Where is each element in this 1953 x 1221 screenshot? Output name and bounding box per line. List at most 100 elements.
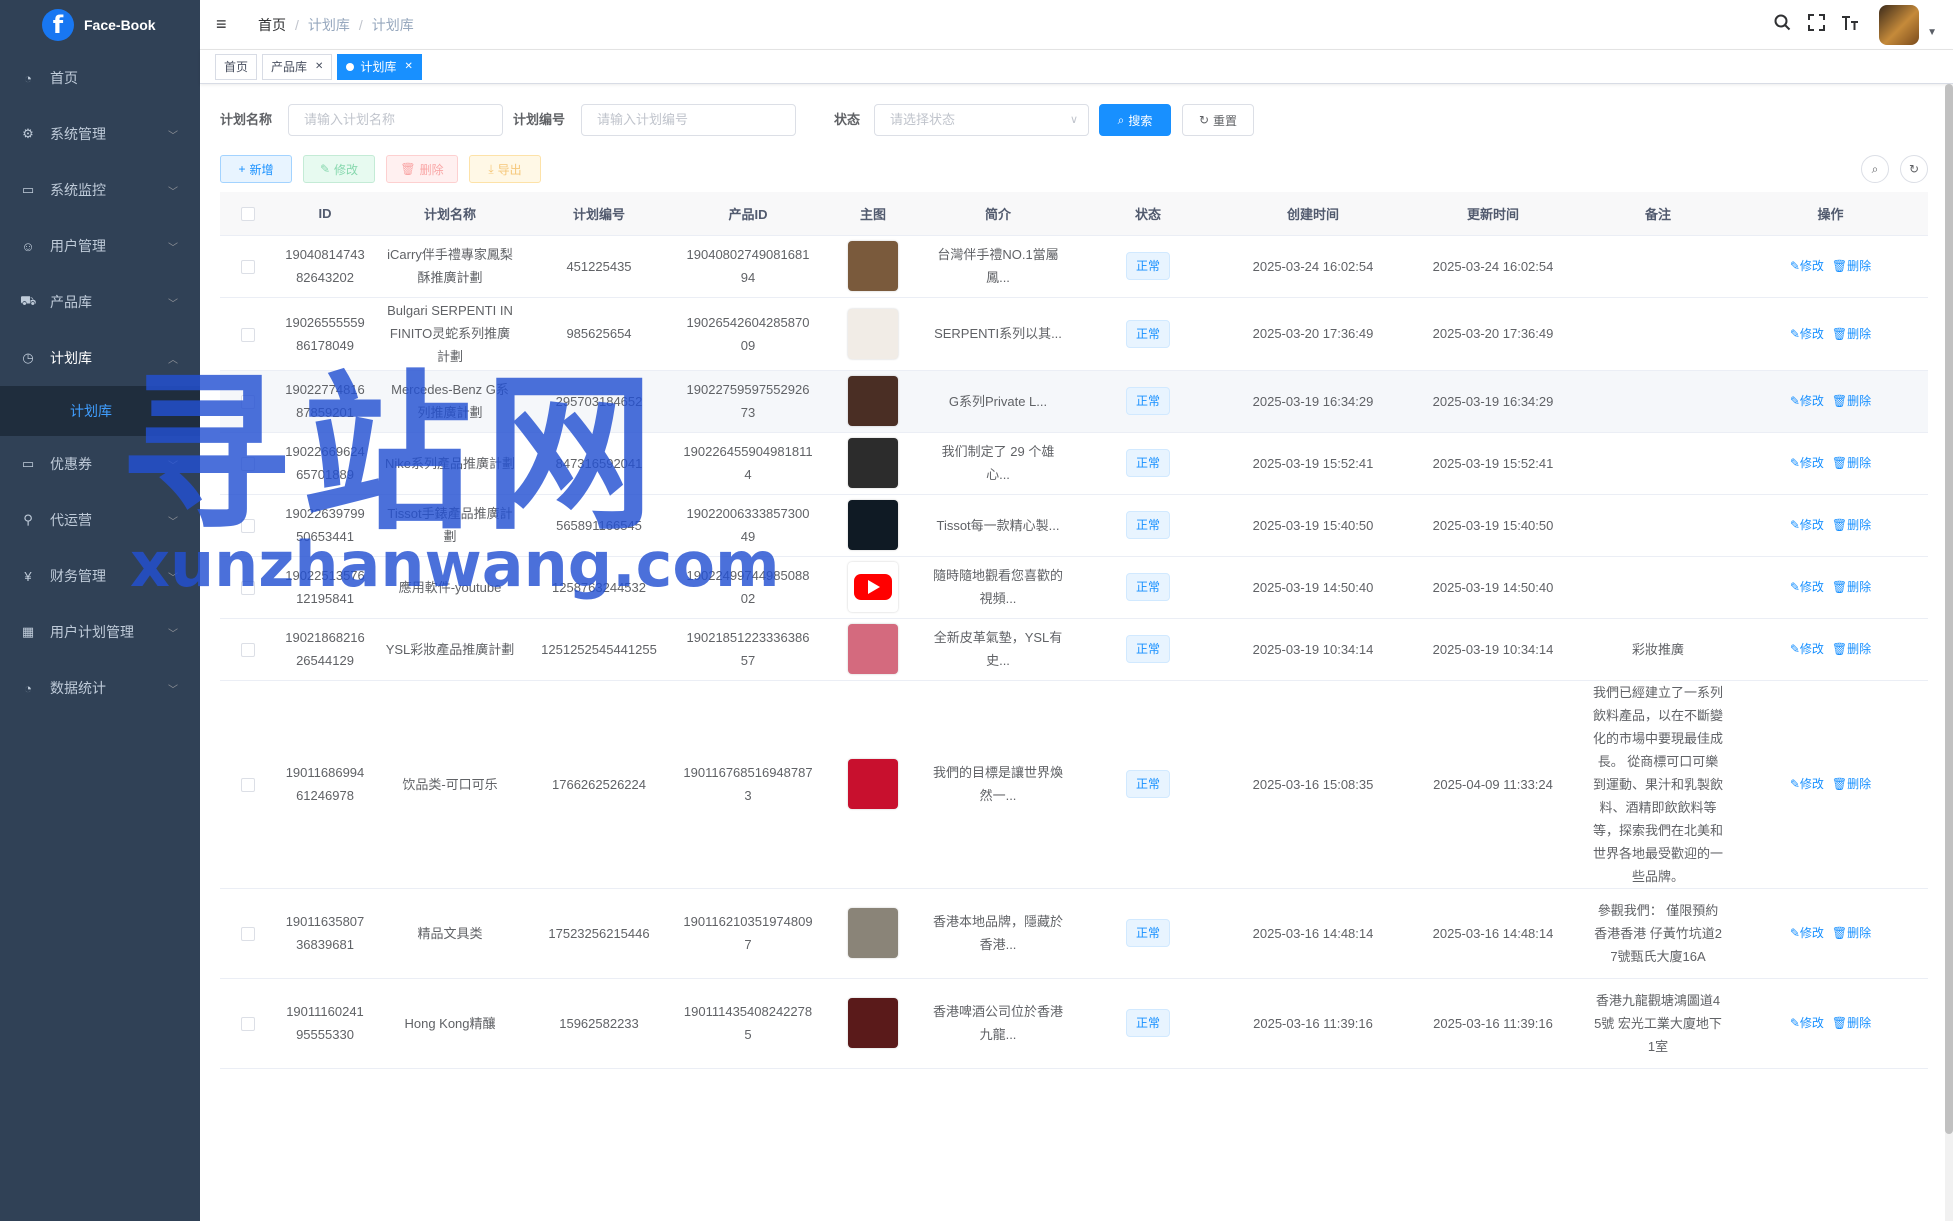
table-row[interactable]: 1902263979950653441 Tissot手錶產品推廣計劃 5658911… — [220, 494, 1928, 557]
table-row[interactable]: 1901168699461246978 饮品类-可口可乐 1766262526224… — [220, 680, 1928, 889]
status-select[interactable]: 请选择状态 ∨ — [874, 104, 1089, 136]
edit-button[interactable]: ✎ 修改 — [303, 155, 375, 183]
row-checkbox[interactable] — [240, 778, 255, 793]
row-edit-link[interactable]: ✎修改 — [1790, 259, 1824, 273]
app-logo[interactable]: f Face-Book — [0, 0, 200, 50]
row-checkbox-cell[interactable] — [220, 370, 275, 433]
refresh-icon[interactable]: ↻ — [1900, 155, 1928, 183]
row-edit-link[interactable]: ✎修改 — [1790, 926, 1824, 940]
row-checkbox[interactable] — [240, 927, 255, 942]
sidebar-item[interactable]: ⛟ 产品库 ﹀ — [0, 274, 200, 330]
row-checkbox[interactable] — [240, 327, 255, 342]
row-delete-link[interactable]: 🗑删除 — [1832, 580, 1871, 594]
table-row[interactable]: 1904081474382643202 iCarry伴手禮專家鳳梨酥推廣計劃 451… — [220, 235, 1928, 298]
row-delete-link[interactable]: 🗑删除 — [1832, 926, 1871, 940]
table-row[interactable]: 1902266962465701889 Nike系列產品推廣計劃 847316592… — [220, 432, 1928, 495]
table-row[interactable]: 1902655555986178049 Bulgari SERPENTI INFI… — [220, 297, 1928, 371]
row-edit-link[interactable]: ✎修改 — [1790, 580, 1824, 594]
sidebar-item[interactable]: ▭ 系统监控 ﹀ — [0, 162, 200, 218]
cell-created-time: 2025-03-19 15:40:50 — [1223, 494, 1403, 557]
breadcrumb-home[interactable]: 首页 — [258, 15, 286, 35]
font-size-icon[interactable] — [1833, 14, 1867, 36]
plan-no-input[interactable]: 请输入计划编号 — [581, 104, 796, 136]
table-row[interactable]: 1902186821626544129 YSL彩妝產品推廣計劃 1251252545… — [220, 618, 1928, 681]
tag-plan-library[interactable]: 计划库 ✕ — [337, 53, 422, 80]
close-icon[interactable]: ✕ — [404, 61, 412, 72]
select-all-checkbox[interactable] — [240, 207, 255, 222]
row-checkbox[interactable] — [240, 260, 255, 275]
row-edit-link[interactable]: ✎修改 — [1790, 777, 1824, 791]
table-row[interactable]: 1901163580736839681 精品文具类 17523256215446 19… — [220, 888, 1928, 979]
product-thumbnail[interactable] — [848, 562, 898, 612]
row-edit-link[interactable]: ✎修改 — [1790, 642, 1824, 656]
product-thumbnail[interactable] — [848, 998, 898, 1048]
table-row[interactable]: 1902251357612195841 應用軟件-youtube 125876324… — [220, 556, 1928, 619]
product-thumbnail[interactable] — [848, 308, 898, 359]
row-delete-link[interactable]: 🗑删除 — [1832, 394, 1871, 408]
row-checkbox[interactable] — [240, 643, 255, 658]
sidebar-item[interactable]: ▦ 用户计划管理 ﹀ — [0, 604, 200, 660]
header-checkbox-cell[interactable] — [220, 192, 275, 236]
product-thumbnail[interactable] — [848, 376, 898, 426]
row-edit-link[interactable]: ✎修改 — [1790, 327, 1824, 341]
sidebar-item[interactable]: ☺ 用户管理 ﹀ — [0, 218, 200, 274]
tag-product-library[interactable]: 产品库 ✕ — [262, 53, 333, 80]
row-checkbox-cell[interactable] — [220, 888, 275, 979]
row-checkbox-cell[interactable] — [220, 680, 275, 889]
search-icon[interactable] — [1765, 14, 1799, 36]
caret-down-icon[interactable]: ▼ — [1927, 27, 1937, 38]
fullscreen-icon[interactable] — [1799, 14, 1833, 36]
product-thumbnail[interactable] — [848, 241, 898, 291]
export-button[interactable]: ⤓ 导出 — [469, 155, 541, 183]
sidebar-item[interactable]: ◷ 计划库 ︿ — [0, 330, 200, 386]
delete-button[interactable]: 🗑 删除 — [386, 155, 458, 183]
row-delete-link[interactable]: 🗑删除 — [1832, 777, 1871, 791]
product-thumbnail[interactable] — [848, 908, 898, 958]
plan-name-input[interactable]: 请输入计划名称 — [288, 104, 503, 136]
add-button[interactable]: + 新增 — [220, 155, 292, 183]
row-delete-link[interactable]: 🗑删除 — [1832, 327, 1871, 341]
row-checkbox-cell[interactable] — [220, 432, 275, 495]
row-checkbox[interactable] — [240, 395, 255, 410]
close-icon[interactable]: ✕ — [315, 61, 323, 72]
row-checkbox-cell[interactable] — [220, 494, 275, 557]
table-row[interactable]: 1902277481687859201 Mercedes-Benz G系列推廣計劃… — [220, 370, 1928, 433]
sidebar-item[interactable]: ¥ 财务管理 ﹀ — [0, 548, 200, 604]
product-thumbnail[interactable] — [848, 759, 898, 809]
row-checkbox-cell[interactable] — [220, 618, 275, 681]
tag-home[interactable]: 首页 — [215, 53, 258, 80]
row-edit-link[interactable]: ✎修改 — [1790, 1016, 1824, 1030]
row-edit-link[interactable]: ✎修改 — [1790, 394, 1824, 408]
row-edit-link[interactable]: ✎修改 — [1790, 518, 1824, 532]
row-delete-link[interactable]: 🗑删除 — [1832, 642, 1871, 656]
row-checkbox[interactable] — [240, 1017, 255, 1032]
reset-button[interactable]: ↻ 重置 — [1182, 104, 1254, 136]
row-delete-link[interactable]: 🗑删除 — [1832, 259, 1871, 273]
row-delete-link[interactable]: 🗑删除 — [1832, 518, 1871, 532]
product-thumbnail[interactable] — [848, 438, 898, 488]
row-checkbox-cell[interactable] — [220, 978, 275, 1069]
toggle-search-icon[interactable]: ⌕ — [1861, 155, 1889, 183]
row-delete-link[interactable]: 🗑删除 — [1832, 456, 1871, 470]
search-button[interactable]: ⌕ 搜索 — [1099, 104, 1171, 136]
user-avatar[interactable] — [1879, 5, 1920, 45]
sidebar-item[interactable]: ▭ 优惠券 ﹀ — [0, 436, 200, 492]
sidebar-item[interactable]: ⚙ 系统管理 ﹀ — [0, 106, 200, 162]
sidebar-item[interactable]: ◔ 首页 — [0, 50, 200, 106]
sidebar-item[interactable]: ⚲ 代运营 ﹀ — [0, 492, 200, 548]
row-checkbox[interactable] — [240, 581, 255, 596]
row-checkbox[interactable] — [240, 519, 255, 534]
product-thumbnail[interactable] — [848, 500, 898, 550]
row-checkbox-cell[interactable] — [220, 556, 275, 619]
table-row[interactable]: 1901116024195555330 Hong Kong精釀 1596258223… — [220, 978, 1928, 1069]
product-thumbnail[interactable] — [848, 624, 898, 674]
sidebar-subitem-plan-library[interactable]: 计划库 — [0, 386, 200, 436]
sidebar-item[interactable]: ◔ 数据统计 ﹀ — [0, 660, 200, 716]
row-checkbox-cell[interactable] — [220, 235, 275, 298]
row-edit-link[interactable]: ✎修改 — [1790, 456, 1824, 470]
hamburger-menu-icon[interactable]: ≡ — [216, 14, 234, 35]
row-checkbox[interactable] — [240, 457, 255, 472]
row-delete-link[interactable]: 🗑删除 — [1832, 1016, 1871, 1030]
page-scrollbar-thumb[interactable] — [1945, 84, 1953, 1134]
row-checkbox-cell[interactable] — [220, 297, 275, 371]
